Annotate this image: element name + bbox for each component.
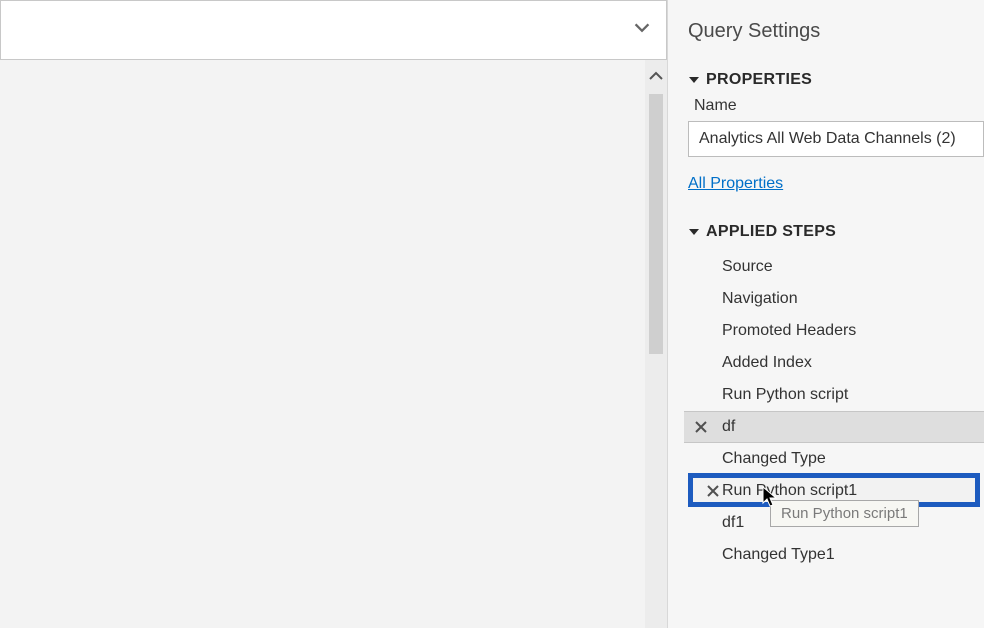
step-label: df bbox=[722, 418, 735, 436]
formula-bar[interactable] bbox=[0, 0, 667, 60]
step-run-python-script[interactable]: Run Python script bbox=[688, 379, 984, 411]
left-pane bbox=[0, 0, 668, 628]
step-navigation[interactable]: Navigation bbox=[688, 283, 984, 315]
step-added-index[interactable]: Added Index bbox=[688, 347, 984, 379]
collapse-triangle-icon bbox=[688, 226, 700, 238]
step-label: Run Python script bbox=[722, 386, 848, 404]
step-label: df1 bbox=[722, 514, 744, 532]
all-properties-link[interactable]: All Properties bbox=[688, 175, 783, 193]
query-name-input[interactable] bbox=[688, 121, 984, 157]
step-label: Changed Type1 bbox=[722, 546, 835, 564]
step-tooltip: Run Python script1 bbox=[770, 500, 919, 527]
applied-steps-header-label: APPLIED STEPS bbox=[706, 223, 836, 241]
formula-bar-expand[interactable] bbox=[628, 16, 656, 44]
panel-title: Query Settings bbox=[688, 20, 984, 43]
step-label: Navigation bbox=[722, 290, 798, 308]
collapse-triangle-icon bbox=[688, 74, 700, 86]
vertical-scrollbar[interactable] bbox=[645, 60, 667, 628]
step-label: Source bbox=[722, 258, 773, 276]
delete-step-icon[interactable] bbox=[692, 418, 710, 436]
scroll-up-arrow-icon[interactable] bbox=[645, 68, 667, 88]
applied-steps-header[interactable]: APPLIED STEPS bbox=[688, 223, 984, 241]
scrollbar-thumb[interactable] bbox=[649, 94, 663, 354]
name-label: Name bbox=[694, 97, 984, 115]
step-source[interactable]: Source bbox=[688, 251, 984, 283]
properties-header-label: PROPERTIES bbox=[706, 71, 812, 89]
step-promoted-headers[interactable]: Promoted Headers bbox=[688, 315, 984, 347]
step-label: Added Index bbox=[722, 354, 812, 372]
step-changed-type[interactable]: Changed Type bbox=[688, 443, 984, 475]
data-grid-area bbox=[0, 60, 667, 628]
properties-header[interactable]: PROPERTIES bbox=[688, 71, 984, 89]
step-label: Promoted Headers bbox=[722, 322, 856, 340]
step-label: Run Python script1 bbox=[722, 482, 857, 500]
step-changed-type1[interactable]: Changed Type1 bbox=[688, 539, 984, 571]
app-root: Query Settings PROPERTIES Name All Prope… bbox=[0, 0, 984, 628]
query-settings-panel: Query Settings PROPERTIES Name All Prope… bbox=[668, 0, 984, 628]
step-label: Changed Type bbox=[722, 450, 826, 468]
delete-step-icon[interactable] bbox=[704, 482, 722, 500]
step-df[interactable]: df bbox=[684, 411, 984, 443]
chevron-down-icon bbox=[631, 17, 653, 43]
